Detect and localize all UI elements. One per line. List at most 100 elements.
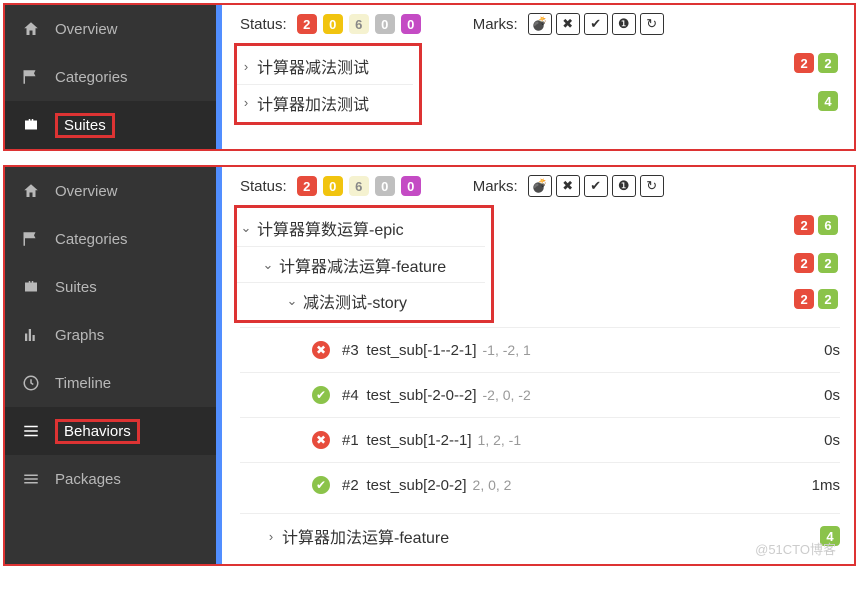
tree-label: 计算器加法测试 [257,91,413,115]
sidebar: Overview Categories Suites [5,5,216,149]
toolbar: Status: 2 0 6 0 0 Marks: 💣 ✖ ✔ ❶ ↻ [240,173,840,205]
count-lime: 6 [818,215,838,235]
chevron-down-icon: ⌄ [285,293,299,309]
sidebar-item-overview[interactable]: Overview [5,5,216,53]
bars-icon [21,326,41,344]
count-red: 2 [794,289,814,309]
mark-close-icon[interactable]: ✖ [556,175,580,197]
mark-alert-icon[interactable]: ❶ [612,13,636,35]
briefcase-icon [21,278,41,296]
suites-screen: Overview Categories Suites Status: 2 0 6… [3,3,856,151]
sidebar-label: Overview [55,183,118,200]
menu-icon [21,470,41,488]
test-duration: 1ms [812,477,840,494]
sidebar-item-suites[interactable]: Suites [5,263,216,311]
test-index: #1 [342,432,359,449]
tree-label: 计算器减法测试 [257,54,413,78]
tree-row[interactable]: ⌄ 计算器减法运算-feature [237,246,485,282]
status-chip-gray[interactable]: 0 [375,176,395,196]
tree-row[interactable]: › 计算器加法测试 [237,84,413,120]
count-red: 2 [794,53,814,73]
main-behaviors: Status: 2 0 6 0 0 Marks: 💣 ✖ ✔ ❶ ↻ ⌄ 计算器… [222,167,854,564]
sidebar-item-graphs[interactable]: Graphs [5,311,216,359]
mark-bomb-icon[interactable]: 💣 [528,13,552,35]
fail-icon: ✖ [312,341,330,359]
mark-check-icon[interactable]: ✔ [584,175,608,197]
test-params: 1, 2, -1 [478,432,522,448]
status-chip-cream[interactable]: 6 [349,176,369,196]
status-label: Status: [240,178,287,195]
chevron-right-icon: › [264,529,278,544]
sidebar-item-categories[interactable]: Categories [5,53,216,101]
mark-refresh-icon[interactable]: ↻ [640,13,664,35]
chevron-down-icon: ⌄ [261,257,275,273]
status-chip-red[interactable]: 2 [297,14,317,34]
mark-bomb-icon[interactable]: 💣 [528,175,552,197]
mark-refresh-icon[interactable]: ↻ [640,175,664,197]
toolbar: Status: 2 0 6 0 0 Marks: 💣 ✖ ✔ ❶ ↻ [240,11,840,43]
status-chip-orange[interactable]: 0 [323,176,343,196]
status-label: Status: [240,16,287,33]
sidebar-label: Overview [55,21,118,38]
test-duration: 0s [824,432,840,449]
test-row[interactable]: ✔ #4 test_sub[-2-0--2] -2, 0, -2 0s [240,377,840,413]
test-index: #3 [342,342,359,359]
sidebar-item-behaviors[interactable]: Behaviors [5,407,216,455]
test-row[interactable]: ✖ #3 test_sub[-1--2-1] -1, -2, 1 0s [240,332,840,368]
marks-label: Marks: [473,16,518,33]
tree-label: 计算器算数运算-epic [257,216,485,240]
briefcase-icon [21,116,41,134]
count-lime: 2 [818,289,838,309]
status-chip-pink[interactable]: 0 [401,14,421,34]
status-chip-orange[interactable]: 0 [323,14,343,34]
sidebar-item-timeline[interactable]: Timeline [5,359,216,407]
sidebar-label: Behaviors [55,419,140,444]
chevron-down-icon: ⌄ [239,220,253,236]
mark-check-icon[interactable]: ✔ [584,13,608,35]
fail-icon: ✖ [312,431,330,449]
count-red: 2 [794,215,814,235]
list-icon [21,422,41,440]
clock-icon [21,374,41,392]
pass-icon: ✔ [312,386,330,404]
tree: ⌄ 计算器算数运算-epic ⌄ 计算器减法运算-feature ⌄ 减法测试-… [240,205,840,554]
tree-label: 减法测试-story [303,289,485,313]
test-name: test_sub[-1--2-1] [366,342,476,359]
test-index: #2 [342,477,359,494]
tree-row[interactable]: ⌄ 减法测试-story [237,282,485,318]
mark-alert-icon[interactable]: ❶ [612,175,636,197]
test-duration: 0s [824,342,840,359]
sidebar-label: Suites [55,279,97,296]
sidebar-item-suites[interactable]: Suites [5,101,216,149]
sidebar-label: Suites [55,113,115,138]
mark-close-icon[interactable]: ✖ [556,13,580,35]
sidebar-label: Categories [55,69,128,86]
count-lime: 4 [820,526,840,546]
test-name: test_sub[2-0-2] [366,477,466,494]
sidebar-item-overview[interactable]: Overview [5,167,216,215]
sidebar-label: Packages [55,471,121,488]
test-index: #4 [342,387,359,404]
home-icon [21,20,41,38]
chevron-right-icon: › [239,59,253,74]
test-row[interactable]: ✔ #2 test_sub[2-0-2] 2, 0, 2 1ms [240,467,840,503]
count-red: 2 [794,253,814,273]
count-lime: 2 [818,253,838,273]
chevron-right-icon: › [239,95,253,110]
sidebar-label: Graphs [55,327,104,344]
status-chip-red[interactable]: 2 [297,176,317,196]
status-chip-gray[interactable]: 0 [375,14,395,34]
tree-row[interactable]: ⌄ 计算器算数运算-epic [237,210,485,246]
sidebar-item-categories[interactable]: Categories [5,215,216,263]
status-chip-cream[interactable]: 6 [349,14,369,34]
tree-row[interactable]: › 计算器减法测试 [237,48,413,84]
test-duration: 0s [824,387,840,404]
tree: › 计算器减法测试 › 计算器加法测试 2 2 4 [240,43,840,125]
main-suites: Status: 2 0 6 0 0 Marks: 💣 ✖ ✔ ❶ ↻ › 计算器… [222,5,854,149]
test-params: -2, 0, -2 [483,387,531,403]
tree-row[interactable]: › 计算器加法运算-feature 4 [240,518,840,554]
status-chip-pink[interactable]: 0 [401,176,421,196]
test-row[interactable]: ✖ #1 test_sub[1-2--1] 1, 2, -1 0s [240,422,840,458]
sidebar-item-packages[interactable]: Packages [5,455,216,503]
marks-label: Marks: [473,178,518,195]
